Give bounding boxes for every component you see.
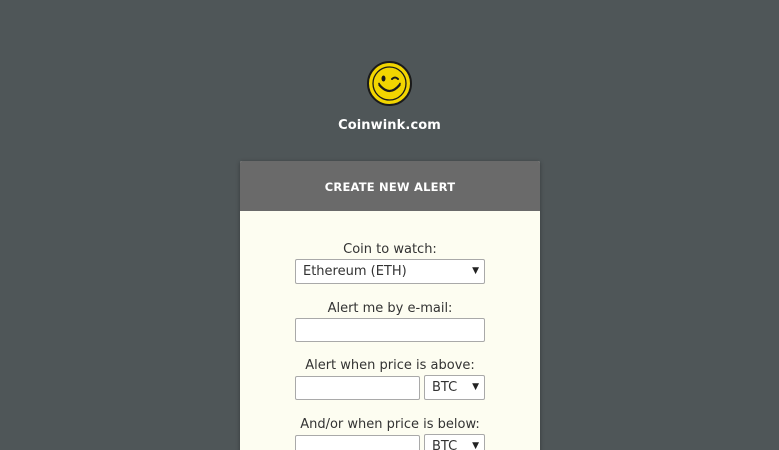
winking-smiley-icon[interactable] (367, 61, 412, 106)
page: Coinwink.com CREATE NEW ALERT Coin to wa… (0, 0, 779, 450)
chevron-down-icon: ▼ (472, 441, 479, 450)
chevron-down-icon: ▼ (472, 266, 479, 276)
price-above-input[interactable] (295, 376, 420, 400)
email-label: Alert me by e-mail: (327, 301, 453, 316)
site-name[interactable]: Coinwink.com (0, 118, 779, 133)
card-title: CREATE NEW ALERT (240, 161, 540, 211)
email-input[interactable] (295, 318, 485, 342)
below-label: And/or when price is below: (300, 417, 480, 432)
create-alert-card: CREATE NEW ALERT Coin to watch: Ethereum… (240, 161, 540, 450)
above-label: Alert when price is above: (305, 358, 475, 373)
below-currency-select[interactable]: BTC ▼ (424, 434, 485, 450)
above-currency-select[interactable]: BTC ▼ (424, 375, 485, 400)
below-currency-value: BTC (432, 439, 458, 450)
above-currency-value: BTC (432, 380, 458, 395)
coin-label: Coin to watch: (343, 242, 437, 257)
chevron-down-icon: ▼ (472, 382, 479, 392)
coin-select-value: Ethereum (ETH) (303, 264, 407, 279)
coin-select[interactable]: Ethereum (ETH) ▼ (295, 259, 485, 284)
price-below-input[interactable] (295, 435, 420, 450)
